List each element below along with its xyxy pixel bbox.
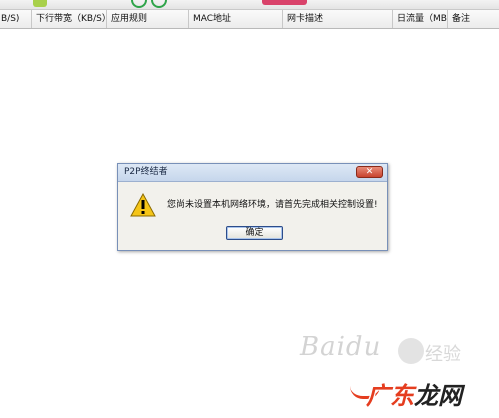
site-name-suffix: 龙网 xyxy=(414,382,462,410)
jingyan-watermark: 经验 xyxy=(425,344,461,365)
toolbar-start-icon[interactable] xyxy=(131,0,147,8)
toolbar-pink-button[interactable] xyxy=(262,0,307,5)
column-header[interactable]: B/S) xyxy=(0,10,32,28)
column-header[interactable]: 备注 xyxy=(448,10,499,28)
warning-icon xyxy=(130,193,156,217)
ok-button[interactable]: 确定 xyxy=(226,226,283,240)
column-header[interactable]: 网卡描述 xyxy=(283,10,393,28)
alert-dialog: P2P终结者 ✕ 您尚未设置本机网络环境，请首先完成相关控制设置! 确定 xyxy=(117,163,388,251)
site-name-prefix: 广东 xyxy=(366,382,414,410)
toolbar xyxy=(0,0,499,10)
paw-icon xyxy=(398,338,424,364)
column-header[interactable]: 下行带宽（KB/S） xyxy=(32,10,107,28)
column-header[interactable]: MAC地址 xyxy=(189,10,283,28)
dialog-message: 您尚未设置本机网络环境，请首先完成相关控制设置! xyxy=(167,200,378,210)
column-header[interactable]: 应用规则 xyxy=(107,10,189,28)
dialog-titlebar[interactable]: P2P终结者 ✕ xyxy=(118,164,387,182)
table-header: B/S) 下行带宽（KB/S） 应用规则 MAC地址 网卡描述 日流量（MB） … xyxy=(0,10,499,29)
dialog-title: P2P终结者 xyxy=(124,167,168,177)
toolbar-stop-icon[interactable] xyxy=(151,0,167,8)
close-button[interactable]: ✕ xyxy=(356,166,383,178)
site-watermark: 广东龙网 xyxy=(366,376,462,411)
column-header[interactable]: 日流量（MB） xyxy=(393,10,448,28)
toolbar-green-icon[interactable] xyxy=(33,0,47,7)
baidu-watermark: Baidu xyxy=(300,332,382,362)
